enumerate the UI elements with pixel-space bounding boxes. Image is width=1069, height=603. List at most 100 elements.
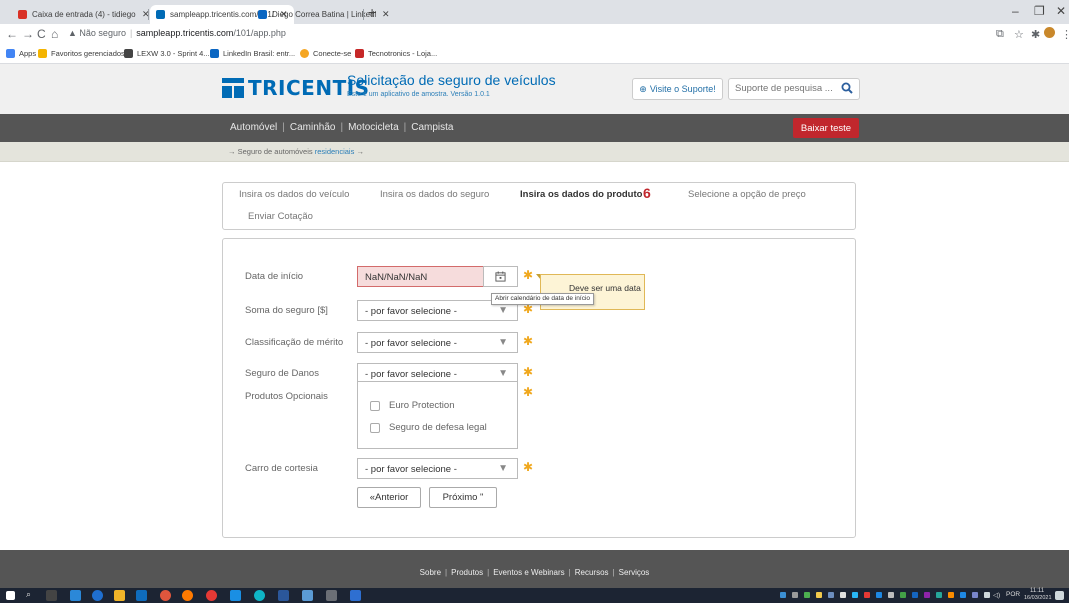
nav-links: Automóvel | Caminhão | Motocicleta | Campista [230, 122, 454, 133]
edge-icon[interactable] [230, 590, 241, 601]
nav-item-motocicleta[interactable]: Motocicleta [348, 122, 399, 133]
merit-rating-value: - por favor selecione - [365, 338, 457, 349]
tray-icon[interactable] [972, 592, 978, 598]
lexw-icon [124, 49, 133, 58]
step-product-data[interactable]: Insira os dados do produto [520, 189, 642, 200]
clock-date[interactable]: 16/03/2021 [1024, 595, 1052, 601]
tray-icon[interactable] [948, 592, 954, 598]
clock-time[interactable]: 11:11 [1030, 588, 1044, 594]
step-insurant-data[interactable]: Insira os dados do seguro [380, 189, 489, 200]
merit-rating-select[interactable]: - por favor selecione - ▼ [357, 332, 518, 353]
tray-icon[interactable] [900, 592, 906, 598]
support-search[interactable] [728, 78, 860, 100]
tray-icon[interactable] [876, 592, 882, 598]
tray-icon[interactable] [840, 592, 846, 598]
bookmark-managed[interactable]: Favoritos gerenciados [38, 49, 125, 58]
start-date-input[interactable]: NaN/NaN/NaN [357, 266, 484, 287]
notifications-icon[interactable] [1055, 591, 1064, 600]
volume-icon[interactable]: ◁) [993, 591, 1000, 599]
reload-icon[interactable]: C [37, 27, 46, 41]
app-icon[interactable] [70, 590, 81, 601]
menu-icon[interactable]: ⋮ [1061, 28, 1069, 41]
tray-icon[interactable] [912, 592, 918, 598]
outlook-icon[interactable] [136, 590, 147, 601]
avatar[interactable] [1044, 27, 1055, 41]
next-button[interactable]: Próximo " [429, 487, 497, 508]
url-field[interactable]: ▲ Não seguro | sampleapp.tricentis.com/101… [68, 28, 286, 38]
checkbox[interactable] [370, 422, 380, 433]
tray-icon[interactable] [924, 592, 930, 598]
search-icon[interactable]: ⌕ [26, 589, 31, 600]
step-vehicle-data[interactable]: Insira os dados do veículo [239, 189, 349, 200]
tray-icon[interactable] [804, 592, 810, 598]
star-icon[interactable]: ☆ [1014, 28, 1024, 41]
step-price-option[interactable]: Selecione a opção de preço [688, 189, 806, 200]
app-icon[interactable] [350, 590, 361, 601]
bookmark-lexw[interactable]: LEXW 3.0 - Sprint 4... [124, 49, 210, 58]
tray-icon[interactable] [792, 592, 798, 598]
tray-icon[interactable] [936, 592, 942, 598]
footer-link-resources[interactable]: Recursos [575, 568, 609, 577]
firefox-icon[interactable] [182, 590, 193, 601]
new-tab-button[interactable]: + [368, 4, 376, 20]
bookmark-apps[interactable]: Apps [6, 49, 36, 58]
maximize-button[interactable]: ❐ [1034, 4, 1045, 18]
checkbox-euro-protection[interactable]: Euro Protection [370, 400, 454, 411]
network-icon[interactable] [984, 592, 990, 598]
breadcrumb-highlight[interactable]: residenciais [315, 147, 355, 156]
courtesy-car-value: - por favor selecione - [365, 464, 457, 475]
back-icon[interactable]: ← [6, 27, 18, 41]
address-bar: ← → C ⌂ ▲ Não seguro | sampleapp.tricentis… [0, 24, 1069, 46]
close-window-button[interactable]: ✕ [1056, 4, 1066, 18]
breadcrumb-prefix[interactable]: Seguro de automóveis [238, 147, 313, 156]
file-explorer-icon[interactable] [114, 590, 125, 601]
previous-button[interactable]: «Anterior [357, 487, 421, 508]
nav-item-caminhao[interactable]: Caminhão [290, 122, 336, 133]
footer-link-about[interactable]: Sobre [420, 568, 441, 577]
word-icon[interactable] [278, 590, 289, 601]
tray-icon[interactable] [888, 592, 894, 598]
download-trial-button[interactable]: Baixar teste [793, 118, 859, 138]
windows-start-icon[interactable] [6, 591, 15, 600]
nav-item-automovel[interactable]: Automóvel [230, 122, 277, 133]
footer-link-services[interactable]: Serviços [619, 568, 650, 577]
tray-icon[interactable] [852, 592, 858, 598]
chrome-icon[interactable] [160, 590, 171, 601]
opera-icon[interactable] [206, 590, 217, 601]
search-icon[interactable] [841, 82, 853, 94]
merit-rating-label: Classificação de mérito [245, 337, 344, 348]
edge-chromium-icon[interactable] [254, 590, 265, 601]
forward-icon[interactable]: → [22, 27, 34, 41]
tab-gmail[interactable]: Caixa de entrada (4) - tidiegobsr ✕ [12, 5, 156, 24]
step-send-quote[interactable]: Enviar Cotação [248, 211, 313, 222]
tray-icon[interactable] [960, 592, 966, 598]
tricentis-icon [156, 10, 165, 19]
task-view-icon[interactable] [46, 590, 57, 601]
open-calendar-button[interactable] [483, 266, 518, 287]
home-icon[interactable]: ⌂ [51, 27, 58, 41]
minimize-button[interactable]: – [1012, 4, 1019, 18]
bookmark-linkedin[interactable]: LinkedIn Brasil: entr... [210, 49, 295, 58]
tray-icon[interactable] [816, 592, 822, 598]
support-button[interactable]: ⊕ Visite o Suporte! [632, 78, 723, 100]
app-icon[interactable] [326, 590, 337, 601]
close-icon[interactable]: ✕ [382, 9, 390, 20]
app-icon[interactable] [92, 590, 103, 601]
language-indicator[interactable]: POR [1006, 591, 1020, 598]
search-input[interactable] [735, 83, 840, 94]
tray-icon[interactable] [780, 592, 786, 598]
nav-divider: | [340, 122, 344, 133]
app-icon[interactable] [302, 590, 313, 601]
courtesy-car-select[interactable]: - por favor selecione - ▼ [357, 458, 518, 479]
tray-icon[interactable] [864, 592, 870, 598]
footer-link-events[interactable]: Eventos e Webinars [493, 568, 564, 577]
translate-icon[interactable]: ⧉ [996, 28, 1004, 41]
checkbox-legal-defense[interactable]: Seguro de defesa legal [370, 422, 487, 433]
bookmark-conecte[interactable]: Conecte-se [300, 49, 351, 58]
nav-item-campista[interactable]: Campista [411, 122, 453, 133]
tray-icon[interactable] [828, 592, 834, 598]
checkbox[interactable] [370, 400, 380, 411]
bookmark-tecnotronics[interactable]: Tecnotronics - Loja... [355, 49, 437, 58]
footer-link-products[interactable]: Produtos [451, 568, 483, 577]
extensions-icon[interactable]: ✱ [1031, 28, 1040, 41]
